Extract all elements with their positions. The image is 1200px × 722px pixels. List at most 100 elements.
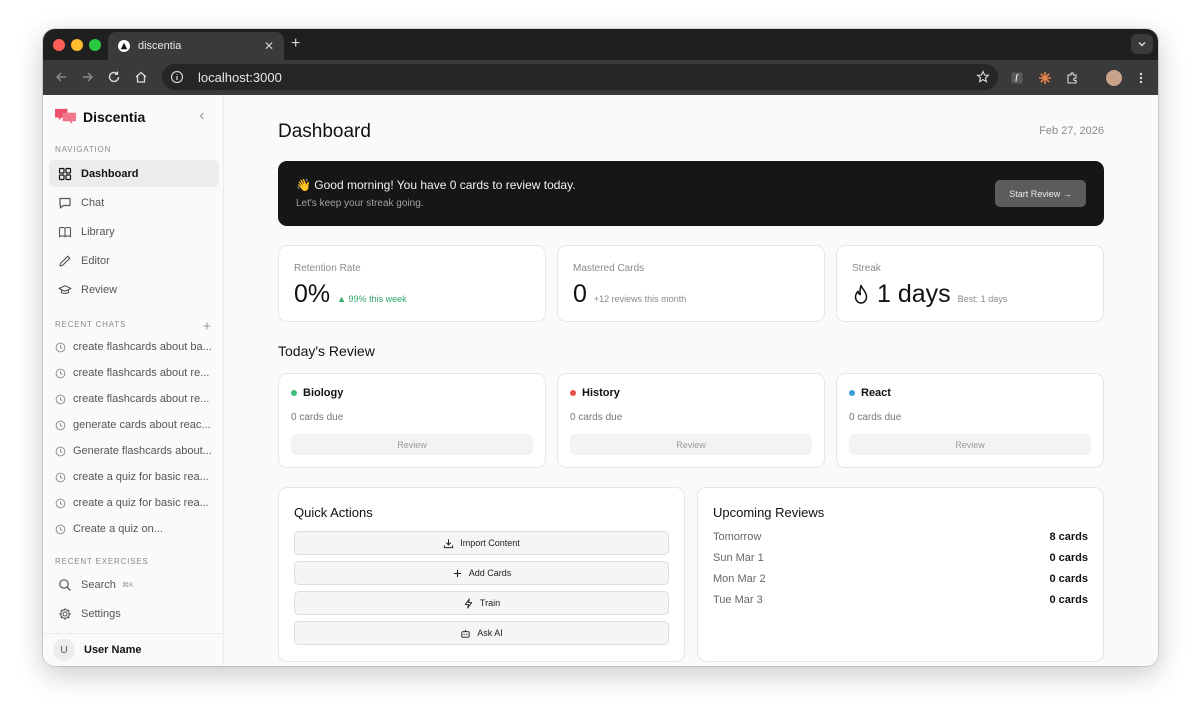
recent-chat-label: create flashcards about ba... [73, 341, 212, 353]
recent-chat-item[interactable]: create flashcards about re... [55, 390, 215, 408]
back-button[interactable] [53, 69, 69, 85]
profile-avatar[interactable] [1106, 70, 1122, 86]
upcoming-row: Mon Mar 2 0 cards [713, 573, 1088, 589]
page-title: Dashboard [278, 121, 371, 142]
address-bar[interactable]: localhost:3000 [162, 64, 998, 90]
bookmark-star-icon[interactable] [976, 70, 990, 84]
import-content-button[interactable]: Import Content [294, 531, 669, 555]
close-window-button[interactable] [53, 39, 65, 51]
recent-chat-item[interactable]: create a quiz for basic rea... [55, 494, 215, 512]
extension-burst-icon[interactable] [1037, 70, 1053, 86]
recent-chat-item[interactable]: Create a quiz on... [55, 520, 215, 538]
extension-script-icon[interactable] [1009, 70, 1025, 86]
recent-chat-item[interactable]: create flashcards about re... [55, 364, 215, 382]
upcoming-date: Tue Mar 3 [713, 594, 763, 606]
user-name: User Name [84, 644, 142, 656]
add-cards-button[interactable]: Add Cards [294, 561, 669, 585]
maximize-window-button[interactable] [89, 39, 101, 51]
stat-label: Streak [852, 263, 881, 274]
tab-title: discentia [138, 40, 182, 52]
more-menu-icon[interactable] [1133, 70, 1149, 86]
avatar: U [53, 639, 75, 661]
forward-button[interactable] [80, 69, 96, 85]
home-icon [135, 71, 147, 83]
deck-due: 0 cards due [291, 412, 344, 423]
quick-actions-title: Quick Actions [294, 505, 373, 520]
user-profile[interactable]: U User Name [43, 633, 223, 666]
stat-note: Best: 1 days [957, 294, 1008, 304]
deck-review-button[interactable]: Review [570, 434, 812, 455]
bolt-icon [464, 597, 473, 609]
tab-close-icon[interactable]: ✕ [264, 39, 274, 53]
main-content: Dashboard Feb 27, 2026 👋 Good morning! Y… [224, 95, 1158, 666]
dashboard-icon [58, 167, 72, 180]
sidebar-item-label: Editor [81, 254, 110, 267]
tab-strip: discentia ✕ + [43, 29, 1158, 60]
new-chat-plus-icon[interactable] [203, 322, 211, 330]
sidebar-search[interactable]: Search ⌘K [49, 571, 219, 598]
site-info-icon[interactable] [170, 70, 184, 84]
tab-search-button[interactable] [1131, 34, 1153, 54]
quick-action-label: Import Content [460, 538, 520, 548]
brand[interactable]: Discentia [54, 107, 145, 126]
plus-icon [453, 569, 461, 577]
sidebar-item-chat[interactable]: Chat [49, 189, 219, 216]
recent-chat-item[interactable]: Generate flashcards about... [55, 442, 215, 460]
clock-icon [55, 524, 66, 534]
browser-tab[interactable]: discentia ✕ [108, 32, 284, 60]
sidebar-item-dashboard[interactable]: Dashboard [49, 160, 219, 187]
deck-review-button[interactable]: Review [291, 434, 533, 455]
bot-icon [461, 629, 470, 638]
recent-chat-label: generate cards about reac... [73, 419, 211, 431]
clock-icon [55, 342, 66, 352]
url-text: localhost:3000 [198, 69, 282, 85]
recent-chat-item[interactable]: generate cards about reac... [55, 416, 215, 434]
deck-review-button[interactable]: Review [849, 434, 1091, 455]
sidebar-item-label: Chat [81, 196, 105, 209]
clock-icon [55, 446, 66, 456]
graduation-cap-icon [58, 284, 72, 294]
home-button[interactable] [133, 69, 149, 85]
extensions-puzzle-icon[interactable] [1064, 70, 1080, 86]
start-review-button[interactable]: Start Review → [995, 180, 1086, 207]
stat-label: Mastered Cards [573, 263, 645, 274]
upcoming-count: 0 cards [1049, 573, 1088, 585]
sidebar-item-library[interactable]: Library [49, 218, 219, 245]
stat-card-streak: Streak 1 days Best: 1 days [836, 245, 1104, 322]
recent-chat-item[interactable]: create flashcards about ba... [55, 338, 215, 356]
sidebar-settings[interactable]: Settings [49, 600, 219, 627]
browser-window: discentia ✕ + localhost:3000 Discentia N… [43, 29, 1158, 666]
clock-icon [55, 498, 66, 508]
upcoming-row: Tue Mar 3 0 cards [713, 594, 1088, 610]
app-root: Discentia NAVIGATION Dashboard Chat Libr… [43, 95, 1158, 666]
recent-chat-item[interactable]: create a quiz for basic rea... [55, 468, 215, 486]
minimize-window-button[interactable] [71, 39, 83, 51]
stat-note: +12 reviews this month [593, 294, 687, 304]
deck-due: 0 cards due [849, 412, 902, 423]
ask-ai-button[interactable]: Ask AI [294, 621, 669, 645]
deck-name: History [582, 387, 620, 399]
quick-action-label: Ask AI [477, 628, 503, 638]
brand-logo-icon [55, 108, 76, 125]
reload-icon [108, 71, 120, 83]
greeting-banner: 👋 Good morning! You have 0 cards to revi… [278, 161, 1104, 226]
upcoming-count: 0 cards [1049, 594, 1088, 606]
new-tab-button[interactable]: + [291, 35, 300, 53]
upcoming-date: Sun Mar 1 [713, 552, 764, 564]
arrow-left-icon [56, 72, 66, 82]
collapse-sidebar-icon[interactable] [197, 111, 207, 121]
train-button[interactable]: Train [294, 591, 669, 615]
quick-actions-panel: Quick Actions Import Content Add Cards T… [278, 487, 685, 662]
upcoming-count: 0 cards [1049, 552, 1088, 564]
quick-action-label: Train [479, 598, 501, 608]
search-icon [59, 578, 71, 591]
deck-card-biology: Biology 0 cards due Review [278, 373, 546, 468]
recent-chat-label: create a quiz for basic rea... [73, 471, 209, 483]
stat-value: 0 [573, 280, 587, 308]
deck-card-history: History 0 cards due Review [557, 373, 825, 468]
sidebar-item-review[interactable]: Review [49, 276, 219, 303]
sidebar-item-editor[interactable]: Editor [49, 247, 219, 274]
reload-button[interactable] [106, 69, 122, 85]
upcoming-row: Tomorrow 8 cards [713, 531, 1088, 547]
upcoming-reviews-panel: Upcoming Reviews Tomorrow 8 cards Sun Ma… [697, 487, 1104, 662]
